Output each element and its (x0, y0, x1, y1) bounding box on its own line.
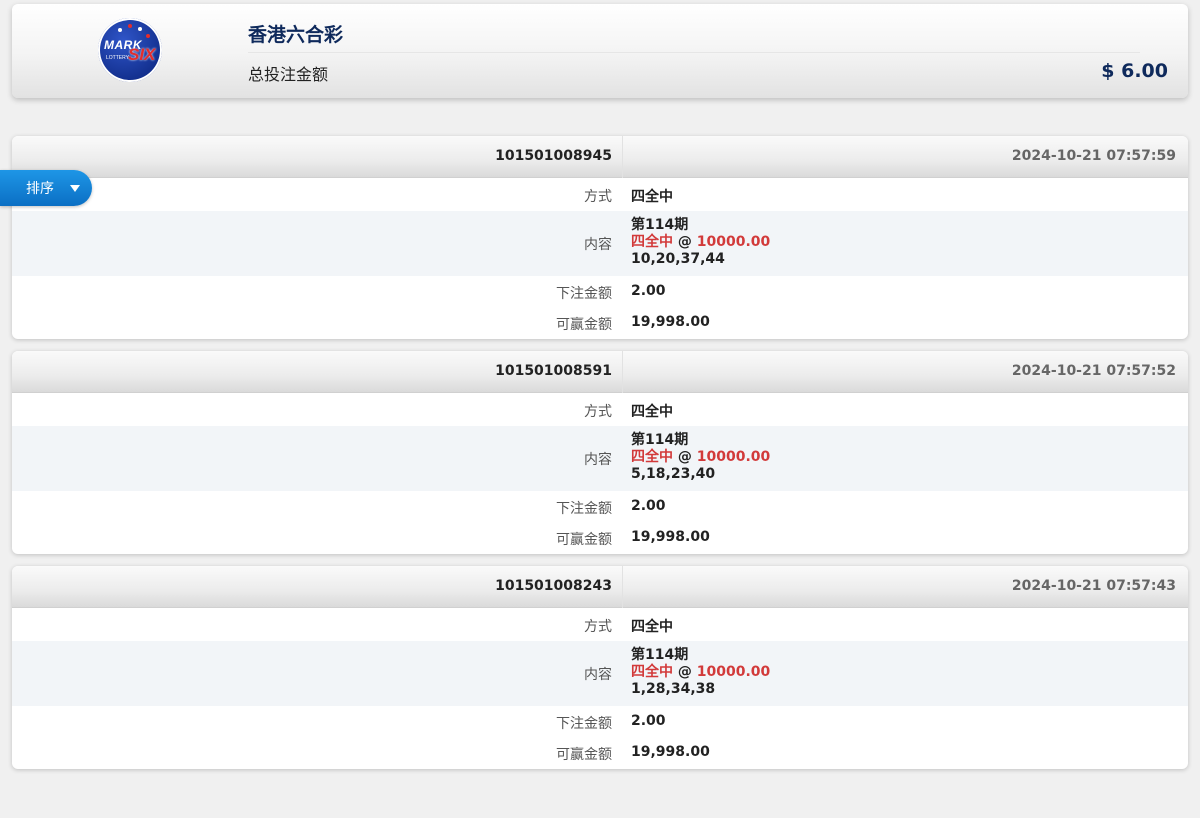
bet-content-label: 内容 (584, 667, 612, 683)
bet-way-value: 四全中 (631, 619, 673, 635)
bet-amount-label: 下注金额 (556, 501, 612, 517)
bet-order-id: 101501008243 (495, 578, 612, 594)
bet-play-line: 四全中 @ 10000.00 (631, 449, 770, 466)
bet-card-header: 101501008945 2024-10-21 07:57:59 (12, 136, 1188, 178)
bet-content-row: 内容 第114期 四全中 @ 10000.00 10,20,37,44 (12, 211, 1188, 276)
bet-card-header: 101501008243 2024-10-21 07:57:43 (12, 566, 1188, 608)
total-bet-label: 总投注金额 (248, 65, 329, 84)
bet-order-id: 101501008591 (495, 363, 612, 379)
bet-content-row: 内容 第114期 四全中 @ 10000.00 1,28,34,38 (12, 641, 1188, 706)
bet-odds: 10000.00 (696, 449, 771, 465)
bet-amount-value: 2.00 (631, 498, 666, 514)
bet-content-value: 第114期 四全中 @ 10000.00 1,28,34,38 (631, 647, 770, 698)
bet-period: 第114期 (631, 217, 689, 233)
bet-winnable-value: 19,998.00 (631, 314, 710, 330)
bet-content-value: 第114期 四全中 @ 10000.00 5,18,23,40 (631, 432, 770, 483)
at-sign: @ (677, 449, 692, 465)
bet-numbers: 10,20,37,44 (631, 251, 725, 267)
bet-amount-label: 下注金额 (556, 716, 612, 732)
bet-way-label: 方式 (584, 619, 612, 635)
at-sign: @ (677, 234, 692, 250)
bet-way-label: 方式 (584, 189, 612, 205)
bet-way-row: 方式 四全中 (12, 394, 1188, 426)
bet-winnable-value: 19,998.00 (631, 529, 710, 545)
bet-way-label: 方式 (584, 404, 612, 420)
bet-card-header: 101501008591 2024-10-21 07:57:52 (12, 351, 1188, 393)
bet-way-row: 方式 四全中 (12, 179, 1188, 211)
at-sign: @ (677, 664, 692, 680)
lottery-title: 香港六合彩 (248, 24, 344, 46)
bet-amount-row: 下注金额 2.00 (12, 706, 1188, 738)
bet-play-type: 四全中 (631, 664, 673, 680)
bet-odds: 10000.00 (696, 234, 771, 250)
bet-record-card: 101501008945 2024-10-21 07:57:59 方式 四全中 … (12, 136, 1188, 339)
bet-amount-label: 下注金额 (556, 286, 612, 302)
bet-winnable-row: 可赢金额 19,998.00 (12, 523, 1188, 554)
bet-content-label: 内容 (584, 237, 612, 253)
lottery-summary-header: MARK SIX LOTTERY 香港六合彩 总投注金额 $ 6.00 (12, 4, 1188, 98)
bet-play-line: 四全中 @ 10000.00 (631, 234, 770, 251)
bet-way-value: 四全中 (631, 189, 673, 205)
bet-way-row: 方式 四全中 (12, 609, 1188, 641)
bet-odds: 10000.00 (696, 664, 771, 680)
bet-numbers: 5,18,23,40 (631, 466, 716, 482)
bet-amount-row: 下注金额 2.00 (12, 276, 1188, 308)
bet-winnable-label: 可赢金额 (556, 317, 612, 333)
bet-winnable-row: 可赢金额 19,998.00 (12, 308, 1188, 339)
bet-play-type: 四全中 (631, 234, 673, 250)
bet-amount-value: 2.00 (631, 713, 666, 729)
bet-content-value: 第114期 四全中 @ 10000.00 10,20,37,44 (631, 217, 770, 268)
bet-winnable-label: 可赢金额 (556, 532, 612, 548)
bet-play-line: 四全中 @ 10000.00 (631, 664, 770, 681)
bet-timestamp: 2024-10-21 07:57:59 (1011, 148, 1176, 164)
sort-button-label: 排序 (26, 181, 54, 197)
bet-timestamp: 2024-10-21 07:57:43 (1011, 578, 1176, 594)
bet-record-card: 101501008591 2024-10-21 07:57:52 方式 四全中 … (12, 351, 1188, 554)
bet-play-type: 四全中 (631, 449, 673, 465)
bet-content-row: 内容 第114期 四全中 @ 10000.00 5,18,23,40 (12, 426, 1188, 491)
bet-period: 第114期 (631, 647, 689, 663)
bet-winnable-label: 可赢金额 (556, 747, 612, 763)
header-divider (248, 52, 1140, 53)
bet-order-id: 101501008945 (495, 148, 612, 164)
bet-content-label: 内容 (584, 452, 612, 468)
sort-button[interactable]: 排序 (0, 170, 92, 206)
triangle-down-icon (70, 184, 80, 192)
bet-timestamp: 2024-10-21 07:57:52 (1011, 363, 1176, 379)
bet-winnable-value: 19,998.00 (631, 744, 710, 760)
bet-numbers: 1,28,34,38 (631, 681, 716, 697)
bet-winnable-row: 可赢金额 19,998.00 (12, 738, 1188, 769)
bet-amount-value: 2.00 (631, 283, 666, 299)
bet-amount-row: 下注金额 2.00 (12, 491, 1188, 523)
total-bet-amount: $ 6.00 (1101, 60, 1168, 82)
mark-six-logo: MARK SIX LOTTERY (98, 18, 162, 82)
bet-period: 第114期 (631, 432, 689, 448)
bet-way-value: 四全中 (631, 404, 673, 420)
bet-record-card: 101501008243 2024-10-21 07:57:43 方式 四全中 … (12, 566, 1188, 769)
